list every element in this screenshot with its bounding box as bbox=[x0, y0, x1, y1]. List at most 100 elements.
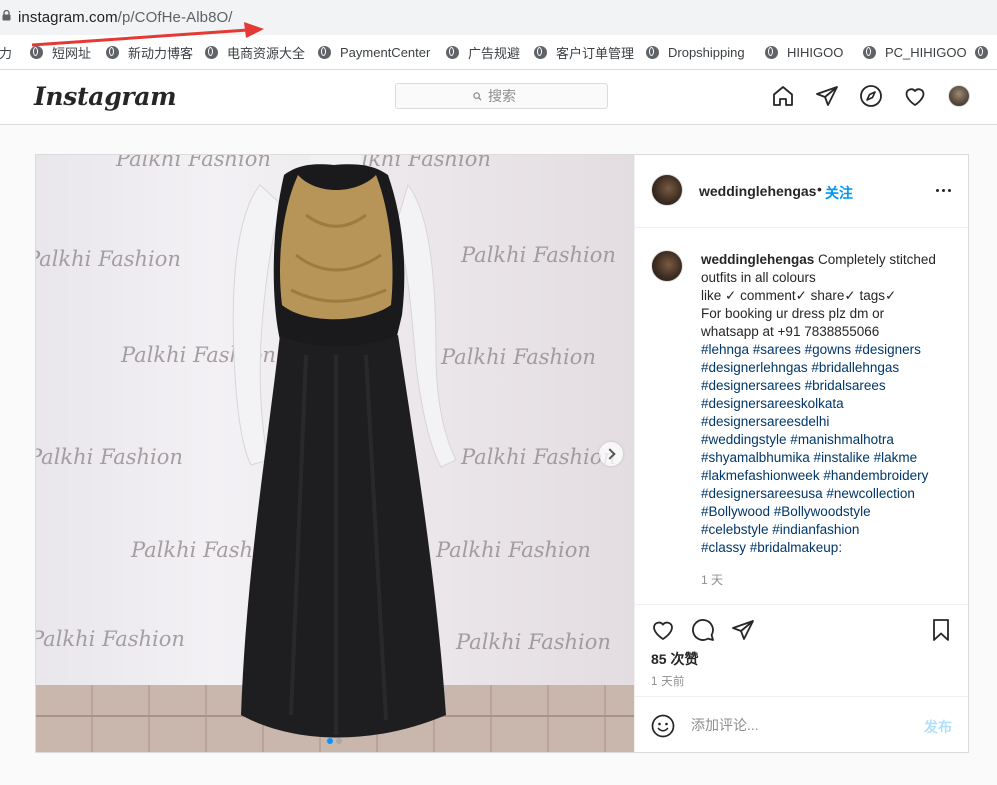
caption-line-text: #designersareeskolkata bbox=[701, 396, 844, 411]
caption-line: For booking ur dress plz dm or bbox=[701, 305, 951, 323]
lock-icon bbox=[2, 10, 11, 21]
caption-line: weddinglehengas Completely stitched bbox=[701, 251, 951, 269]
caption-hashtags-line[interactable]: #designersarees #bridalsarees bbox=[701, 377, 951, 395]
post-card: Palkhi Fashion Palkhi Fashion Palkhi Fashi… bbox=[35, 154, 969, 753]
bookmark-item[interactable]: 广告规避 bbox=[446, 43, 520, 61]
caption-hashtags-line[interactable]: #Bollywood #Bollywoodstyle bbox=[701, 503, 951, 521]
search-icon bbox=[473, 91, 482, 101]
globe-icon bbox=[318, 45, 331, 59]
caption-hashtags-line[interactable]: #classy #bridalmakeup: bbox=[701, 539, 951, 557]
caption-line-text: #designersareesdelhi bbox=[701, 414, 830, 429]
bookmark-item[interactable]: 新动力博客 bbox=[106, 43, 193, 61]
more-options-icon[interactable] bbox=[935, 180, 953, 198]
like-heart-icon[interactable] bbox=[651, 618, 675, 642]
bookmark-label: HIHIGOO bbox=[787, 44, 844, 60]
dress-illustration bbox=[232, 155, 457, 738]
caption-line-text: #celebstyle #indianfashion bbox=[701, 522, 860, 537]
post-image[interactable]: Palkhi Fashion Palkhi Fashion Palkhi Fashi… bbox=[36, 155, 634, 752]
caption-line-text: whatsapp at +91 7838855066 bbox=[701, 324, 880, 339]
caption-line-text: #lehnga #sarees #gowns #designers bbox=[701, 342, 921, 357]
profile-avatar[interactable] bbox=[948, 85, 970, 107]
bookmark-label: 电商资源大全 bbox=[227, 45, 306, 61]
caption-line-text: #classy #bridalmakeup: bbox=[701, 540, 843, 555]
bookmark-item[interactable]: PC_HIHIGOO bbox=[863, 43, 967, 61]
url-host: instagram.com bbox=[18, 9, 118, 26]
emoji-icon[interactable] bbox=[651, 714, 675, 738]
caption-hashtags-line[interactable]: #celebstyle #indianfashion bbox=[701, 521, 951, 539]
bookmark-label: PC_HIHIGOO bbox=[885, 44, 967, 60]
caption-line-text: outfits in all colours bbox=[701, 270, 816, 285]
instagram-header: Instagram bbox=[0, 70, 997, 125]
activity-heart-icon[interactable] bbox=[903, 84, 927, 108]
carousel-next-button[interactable] bbox=[599, 442, 623, 466]
bookmark-label: PaymentCenter bbox=[340, 44, 431, 60]
url-text[interactable]: instagram.com/p/COfHe-Alb8O/ bbox=[18, 9, 233, 26]
caption-hashtags-line[interactable]: #designersareeskolkata bbox=[701, 395, 951, 413]
likes-count[interactable]: 85 次赞 bbox=[651, 649, 698, 669]
caption-line-text: #designersareesusa #newcollection bbox=[701, 486, 915, 501]
caption-hashtags-line[interactable]: #designersareesdelhi bbox=[701, 413, 951, 431]
bookmark-item[interactable]: HIHIGOO bbox=[765, 43, 843, 61]
comment-box: 发布 bbox=[635, 696, 968, 752]
bookmark-item[interactable]: 客户订单管理 bbox=[534, 43, 634, 61]
bookmark-item[interactable]: Dropshipping bbox=[646, 43, 745, 61]
post-timestamp[interactable]: 1 天前 bbox=[651, 673, 685, 689]
bookmark-item[interactable]: 电商资源大全 bbox=[205, 43, 305, 61]
caption-hashtags-line[interactable]: #lehnga #sarees #gowns #designers bbox=[701, 341, 951, 359]
bookmarks-bar: 动力 短网址 新动力博客 电商资源大全 PaymentCenter 广告规避 客户订单管理 D… bbox=[0, 35, 997, 70]
caption-hashtags-line[interactable]: #designersareesusa #newcollection bbox=[701, 485, 951, 503]
search-input[interactable] bbox=[488, 88, 530, 104]
caption-line-text: #designersarees #bridalsarees bbox=[701, 378, 886, 393]
caption-line-text: #Bollywood #Bollywoodstyle bbox=[701, 504, 871, 519]
globe-icon bbox=[106, 45, 119, 59]
globe-icon bbox=[205, 45, 218, 59]
browser-address-bar[interactable]: instagram.com/p/COfHe-Alb8O/ bbox=[0, 0, 997, 35]
instagram-logo[interactable]: Instagram bbox=[34, 82, 177, 111]
bookmark-item[interactable]: 短网址 bbox=[30, 43, 91, 61]
bookmark-item[interactable]: 动力 bbox=[0, 43, 12, 61]
globe-icon bbox=[765, 45, 778, 59]
share-icon[interactable] bbox=[731, 618, 755, 642]
globe-icon bbox=[30, 45, 43, 59]
header-separator: • bbox=[817, 181, 822, 197]
comment-input[interactable] bbox=[691, 715, 891, 735]
bookmark-label: 短网址 bbox=[52, 45, 92, 61]
direct-icon[interactable] bbox=[815, 84, 839, 108]
caption-username[interactable]: weddinglehengas bbox=[701, 252, 814, 267]
bookmark-label: 动力 bbox=[0, 45, 13, 61]
carousel-dot[interactable] bbox=[327, 738, 333, 744]
post-actions: 85 次赞 1 天前 bbox=[635, 604, 968, 696]
caption-section: weddinglehengas Completely stitched outfi… bbox=[635, 227, 968, 605]
caption-line: whatsapp at +91 7838855066 bbox=[701, 323, 951, 341]
caption-line-text: like ✓ comment✓ share✓ tags✓ bbox=[701, 288, 897, 303]
caption-hashtags-line[interactable]: #shyamalbhumika #instalike #lakme bbox=[701, 449, 951, 467]
save-bookmark-icon[interactable] bbox=[929, 618, 953, 642]
caption-hashtags-line[interactable]: #weddingstyle #manishmalhotra bbox=[701, 431, 951, 449]
caption-line-text: Completely stitched bbox=[818, 252, 936, 267]
search-box[interactable] bbox=[395, 83, 608, 109]
comment-icon[interactable] bbox=[691, 618, 715, 642]
globe-icon bbox=[534, 45, 547, 59]
carousel-dots bbox=[327, 731, 345, 749]
caption-avatar[interactable] bbox=[651, 250, 683, 282]
bookmark-label: 广告规避 bbox=[468, 45, 521, 61]
poster-avatar[interactable] bbox=[651, 174, 683, 206]
caption-time[interactable]: 1 天 bbox=[701, 571, 723, 588]
explore-icon[interactable] bbox=[859, 84, 883, 108]
caption-text: weddinglehengas Completely stitched outfi… bbox=[701, 251, 951, 557]
bookmark-item[interactable]: PaymentCenter bbox=[318, 43, 430, 61]
caption-hashtags-line[interactable]: #lakmefashionweek #handembroidery bbox=[701, 467, 951, 485]
caption-line: like ✓ comment✓ share✓ tags✓ bbox=[701, 287, 951, 305]
caption-line-text: #designerlehngas #bridallehngas bbox=[701, 360, 900, 375]
bookmark-overflow-globe-icon[interactable] bbox=[975, 43, 997, 61]
post-comment-button[interactable]: 发布 bbox=[924, 717, 952, 737]
url-path: /p/COfHe-Alb8O/ bbox=[117, 9, 233, 26]
globe-icon bbox=[646, 45, 659, 59]
follow-button[interactable]: 关注 bbox=[825, 183, 853, 203]
caption-hashtags-line[interactable]: #designerlehngas #bridallehngas bbox=[701, 359, 951, 377]
bookmark-label: Dropshipping bbox=[668, 44, 745, 60]
poster-username[interactable]: weddinglehengas bbox=[699, 183, 816, 199]
caption-line-text: For booking ur dress plz dm or bbox=[701, 306, 885, 321]
home-icon[interactable] bbox=[771, 84, 795, 108]
carousel-dot[interactable] bbox=[336, 738, 342, 744]
